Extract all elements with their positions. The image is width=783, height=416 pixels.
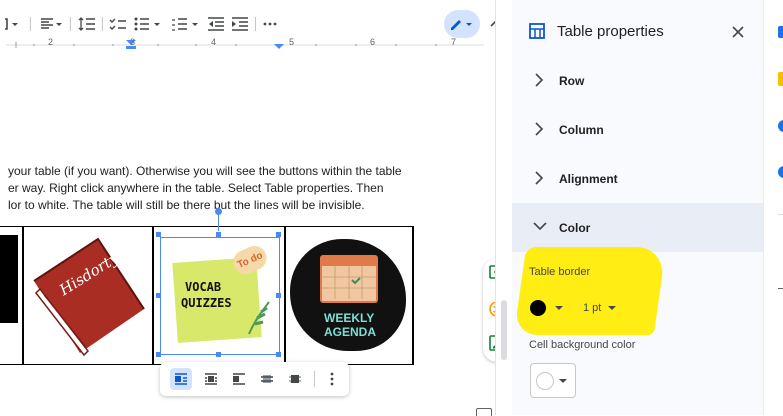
vocab-line-1: VOCAB <box>185 280 222 294</box>
table-cell-border <box>152 227 154 364</box>
apps-separator <box>778 214 783 215</box>
resize-handle[interactable] <box>156 352 161 357</box>
chevron-right-icon <box>535 73 544 87</box>
section-alignment-label: Alignment <box>559 171 618 186</box>
resize-handle[interactable] <box>156 293 161 298</box>
section-color[interactable]: Color <box>512 203 763 252</box>
table-properties-panel: Table properties Row Column Alignment Co… <box>512 0 763 415</box>
tasks-app-icon[interactable] <box>778 120 783 132</box>
ruler-mark: 6 <box>370 37 376 47</box>
toolbar-separator <box>255 17 256 31</box>
black-image-fragment <box>0 235 18 323</box>
break-text-icon[interactable] <box>228 368 250 390</box>
wrap-text-icon[interactable] <box>200 368 222 390</box>
line-spacing-icon[interactable] <box>76 10 98 38</box>
decrease-indent-icon[interactable] <box>206 10 226 38</box>
table-icon <box>528 22 546 45</box>
vocab-quizzes-image[interactable]: To do VOCAB QUIZZES <box>160 237 280 355</box>
formatting-toolbar <box>0 10 512 38</box>
section-row-label: Row <box>559 73 585 88</box>
close-icon[interactable] <box>730 24 746 40</box>
chevron-down-icon <box>533 222 547 231</box>
ruler-mark: 7 <box>451 37 457 47</box>
toolbar-separator <box>70 17 71 31</box>
border-color-swatch <box>530 300 546 316</box>
history-book-image[interactable]: Hisdorty <box>28 231 148 357</box>
table-cell-border <box>22 227 24 364</box>
document-paragraph[interactable]: your table (if you want). Otherwise you … <box>8 163 428 214</box>
image-table[interactable]: Hisdorty To do VOCAB QUIZZES WEEKLY AGEN… <box>0 208 414 365</box>
agenda-line-2: AGENDA <box>324 325 377 339</box>
agenda-line-1: WEEKLY <box>324 311 375 325</box>
calendar-icon <box>320 255 378 303</box>
numbered-list-icon[interactable] <box>170 10 202 38</box>
section-row[interactable]: Row <box>512 56 763 105</box>
contacts-app-icon[interactable] <box>778 166 783 178</box>
indent-marker-right <box>274 44 284 49</box>
ruler-mark: 4 <box>211 37 217 47</box>
document-line: er way. Right click anywhere in the tabl… <box>8 181 384 195</box>
ruler-mark: 3 <box>130 37 136 47</box>
increase-indent-icon[interactable] <box>230 10 250 38</box>
inline-wrap-icon[interactable] <box>170 368 192 390</box>
resize-handle[interactable] <box>276 352 281 357</box>
border-width-dropdown[interactable]: 1 pt <box>583 293 633 323</box>
cell-background-label: Cell background color <box>529 339 636 351</box>
todo-sticker-text: To do <box>235 249 265 271</box>
table-cell-border <box>412 227 414 364</box>
section-column[interactable]: Column <box>512 105 763 154</box>
rotate-line <box>218 213 219 231</box>
calendar-app-icon[interactable] <box>778 26 783 38</box>
panel-title: Table properties <box>557 23 664 40</box>
resize-handle[interactable] <box>276 293 281 298</box>
keep-app-icon[interactable] <box>778 72 783 86</box>
ruler[interactable]: 2 3 4 5 6 7 <box>6 37 484 50</box>
ruler-mark: 2 <box>48 37 54 47</box>
edit-mode-icon[interactable] <box>444 10 480 38</box>
chevron-down-icon <box>608 306 617 310</box>
toolbar-separator <box>102 17 103 31</box>
vocab-line-2: QUIZZES <box>181 296 232 310</box>
chevron-right-icon <box>535 122 544 136</box>
checklist-icon[interactable] <box>108 10 128 38</box>
get-addons-icon[interactable] <box>778 288 783 289</box>
chevron-down-icon <box>555 306 563 310</box>
weekly-agenda-image[interactable]: WEEKLY AGENDA <box>290 239 406 351</box>
document-scrollbar[interactable] <box>495 0 513 415</box>
section-column-label: Column <box>559 122 604 137</box>
toolbar-separator <box>30 17 31 31</box>
section-color-label: Color <box>559 220 591 235</box>
resize-handle[interactable] <box>156 232 161 237</box>
cell-background-dropdown[interactable] <box>530 363 576 398</box>
resize-handle[interactable] <box>216 232 221 237</box>
table-cell-border <box>284 227 286 364</box>
scrollbar-thumb[interactable] <box>501 300 507 360</box>
in-front-of-text-icon[interactable] <box>284 368 306 390</box>
border-width-value: 1 pt <box>583 302 602 314</box>
leaf-icon <box>248 301 270 335</box>
image-alignment-toolbar <box>160 362 349 396</box>
document-line: your table (if you want). Otherwise you … <box>8 164 402 178</box>
resize-handle[interactable] <box>276 232 281 237</box>
rotate-handle[interactable] <box>215 208 222 215</box>
bulleted-list-icon[interactable] <box>132 10 164 38</box>
ruler-mark: 5 <box>289 37 295 47</box>
bracket-dropdown[interactable] <box>0 10 22 38</box>
behind-text-icon[interactable] <box>256 368 278 390</box>
toolbar-separator <box>314 371 315 387</box>
chevron-down-icon <box>559 378 567 383</box>
table-border-label: Table border <box>529 266 591 278</box>
more-icon[interactable] <box>260 10 280 38</box>
align-icon[interactable] <box>38 10 66 38</box>
section-alignment[interactable]: Alignment <box>512 154 763 203</box>
side-apps-bar <box>763 0 783 415</box>
more-options-icon[interactable] <box>322 368 342 390</box>
cell-background-swatch <box>536 371 554 390</box>
chevron-right-icon <box>535 171 544 185</box>
resize-handle[interactable] <box>216 352 221 357</box>
border-color-dropdown[interactable] <box>530 293 574 323</box>
